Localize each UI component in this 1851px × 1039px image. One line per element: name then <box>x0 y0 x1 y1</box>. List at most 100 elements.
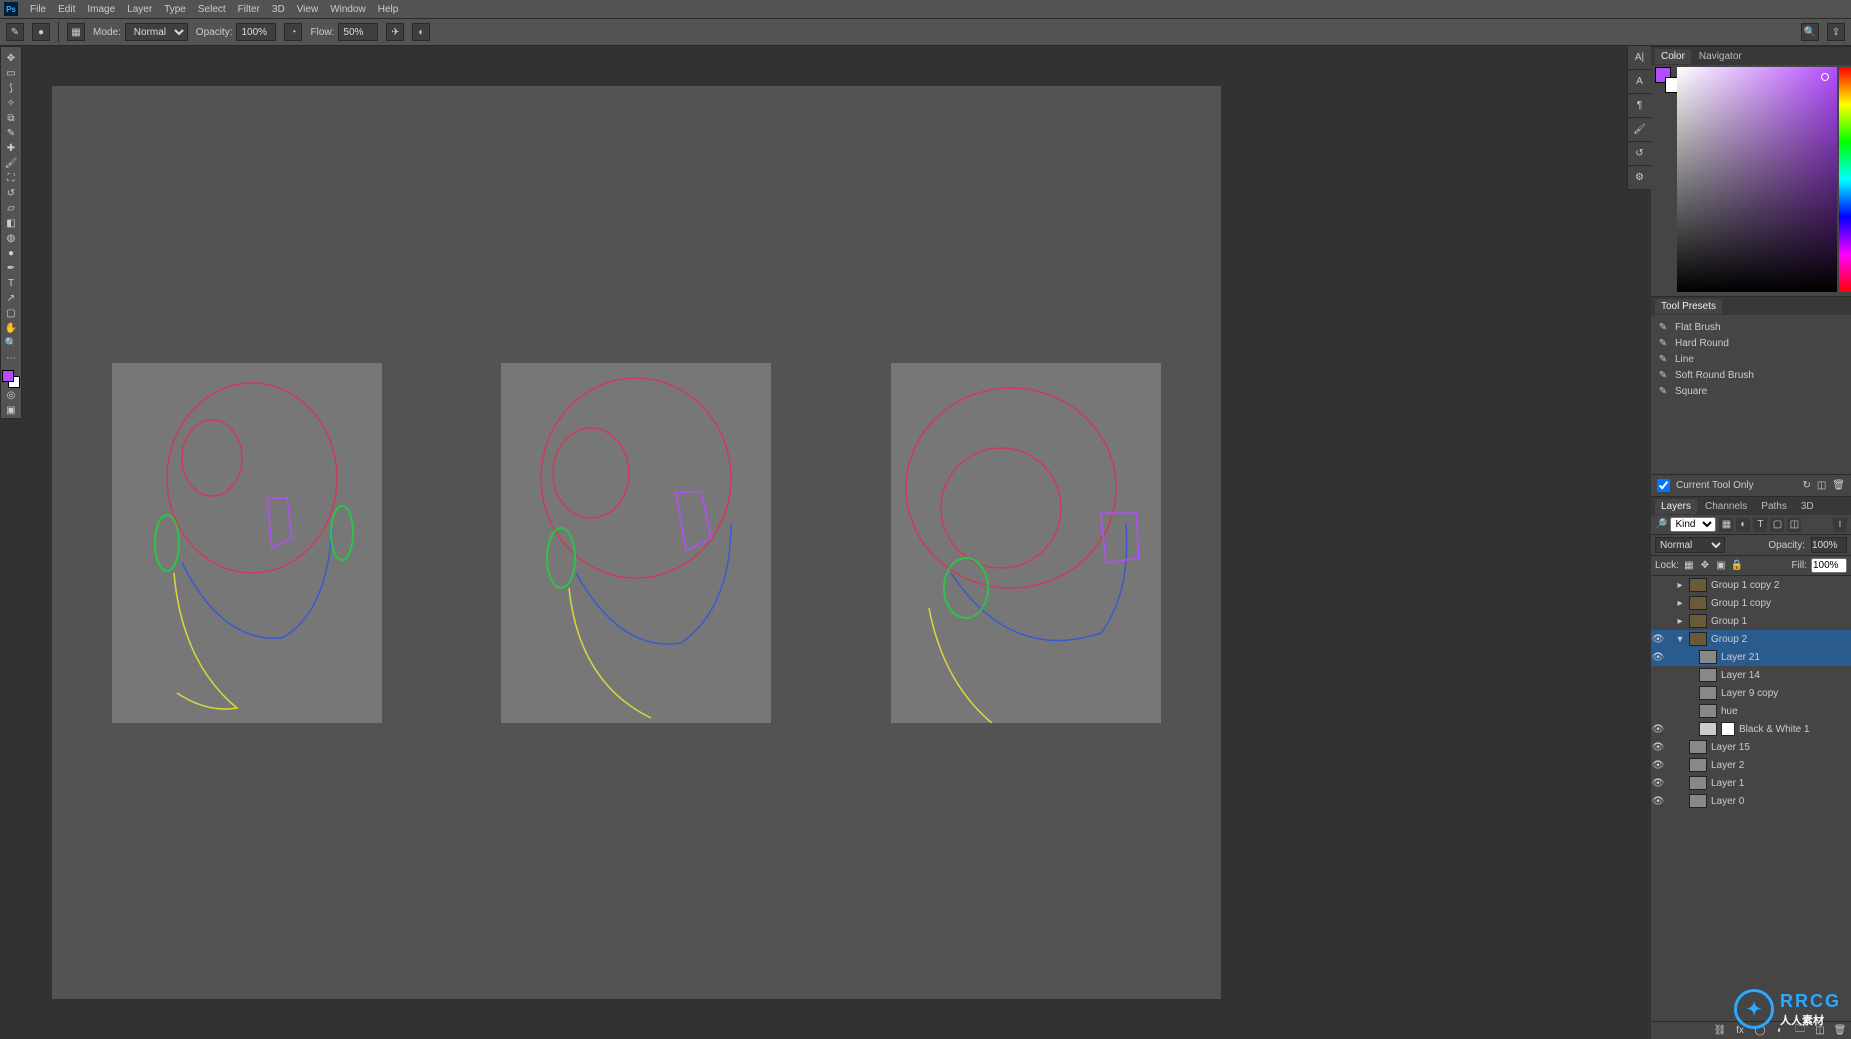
filter-smart-icon[interactable]: ◫ <box>1787 518 1801 532</box>
preset-flat-brush[interactable]: ✎Flat Brush <box>1655 319 1847 335</box>
color-field[interactable] <box>1677 67 1837 292</box>
menu-view[interactable]: View <box>291 4 325 15</box>
foreground-swatch[interactable] <box>2 370 14 382</box>
layer-row[interactable]: 👁Layer 21 <box>1651 648 1851 666</box>
visibility-icon[interactable]: 👁 <box>1651 742 1665 753</box>
visibility-icon[interactable]: 👁 <box>1651 778 1665 789</box>
visibility-icon[interactable]: 👁 <box>1651 724 1665 735</box>
tab-navigator[interactable]: Navigator <box>1693 49 1748 64</box>
filter-shape-icon[interactable]: ▢ <box>1770 518 1784 532</box>
menu-filter[interactable]: Filter <box>232 4 266 15</box>
menu-layer[interactable]: Layer <box>121 4 158 15</box>
quickmask-icon[interactable]: ◎ <box>1 388 21 403</box>
brush-panel-icon[interactable]: ▦ <box>67 23 85 41</box>
gradient-tool-icon[interactable]: ◧ <box>1 216 21 231</box>
pressure-size-icon[interactable]: ◐ <box>412 23 430 41</box>
paragraph-panel-icon[interactable]: ¶ <box>1628 94 1651 118</box>
heal-tool-icon[interactable]: ✚ <box>1 141 21 156</box>
tab-tool-presets[interactable]: Tool Presets <box>1655 299 1722 314</box>
menu-select[interactable]: Select <box>192 4 232 15</box>
layer-row[interactable]: 👁◐Black & White 1 <box>1651 720 1851 738</box>
layer-row[interactable]: 👁Layer 1 <box>1651 774 1851 792</box>
layer-row[interactable]: ▸Group 1 copy <box>1651 594 1851 612</box>
filter-kind-select[interactable]: Kind <box>1670 517 1716 532</box>
fill-input[interactable] <box>1811 558 1847 573</box>
tab-channels[interactable]: Channels <box>1699 499 1753 514</box>
path-tool-icon[interactable]: ↗ <box>1 291 21 306</box>
trash-icon[interactable]: 🗑 <box>1832 480 1845 491</box>
glyphs-panel-icon[interactable]: A| <box>1628 46 1651 70</box>
visibility-icon[interactable]: 👁 <box>1651 634 1665 645</box>
layer-row[interactable]: Layer 9 copy <box>1651 684 1851 702</box>
eyedropper-tool-icon[interactable]: ✎ <box>1 126 21 141</box>
search-icon[interactable]: 🔍 <box>1801 23 1819 41</box>
link-layers-icon[interactable]: ⛓ <box>1713 1024 1727 1038</box>
new-preset-icon[interactable]: ◫ <box>1817 480 1826 491</box>
character-panel-icon[interactable]: A <box>1628 70 1651 94</box>
stamp-tool-icon[interactable]: ⛶ <box>1 171 21 186</box>
lock-position-icon[interactable]: ✥ <box>1699 560 1711 572</box>
edit-toolbar-icon[interactable]: ⋯ <box>1 351 21 366</box>
blur-tool-icon[interactable]: ◍ <box>1 231 21 246</box>
lasso-tool-icon[interactable]: ⟆ <box>1 81 21 96</box>
zoom-tool-icon[interactable]: 🔍 <box>1 336 21 351</box>
menu-window[interactable]: Window <box>324 4 372 15</box>
filter-adj-icon[interactable]: ◐ <box>1736 518 1750 532</box>
layer-row[interactable]: 👁▾Group 2 <box>1651 630 1851 648</box>
layer-row[interactable]: 👁Layer 2 <box>1651 756 1851 774</box>
menu-image[interactable]: Image <box>81 4 121 15</box>
canvas[interactable] <box>52 86 1221 999</box>
current-tool-checkbox[interactable] <box>1657 479 1670 492</box>
menu-file[interactable]: File <box>24 4 52 15</box>
pen-tool-icon[interactable]: ✒ <box>1 261 21 276</box>
share-icon[interactable]: ⇪ <box>1827 23 1845 41</box>
visibility-icon[interactable]: 👁 <box>1651 796 1665 807</box>
flow-input[interactable] <box>338 23 378 41</box>
opacity-input[interactable] <box>236 23 276 41</box>
brushes-panel-icon[interactable]: 🖌 <box>1628 118 1651 142</box>
dodge-tool-icon[interactable]: ● <box>1 246 21 261</box>
type-tool-icon[interactable]: T <box>1 276 21 291</box>
chevron-icon[interactable]: ▸ <box>1675 598 1685 609</box>
eraser-tool-icon[interactable]: ▱ <box>1 201 21 216</box>
filter-type-icon[interactable]: T <box>1753 518 1767 532</box>
layer-row[interactable]: ▸Group 1 <box>1651 612 1851 630</box>
chevron-icon[interactable]: ▸ <box>1675 616 1685 627</box>
chevron-icon[interactable]: ▾ <box>1675 634 1685 645</box>
history-brush-tool-icon[interactable]: ↺ <box>1 186 21 201</box>
screenmode-icon[interactable]: ▣ <box>1 403 21 418</box>
current-tool-only[interactable]: Current Tool Only ↻ ◫ 🗑 <box>1651 474 1851 496</box>
tab-color[interactable]: Color <box>1655 49 1691 64</box>
refresh-icon[interactable]: ↻ <box>1802 480 1810 491</box>
preset-line[interactable]: ✎Line <box>1655 351 1847 367</box>
lock-artboard-icon[interactable]: ▣ <box>1715 560 1727 572</box>
menu-help[interactable]: Help <box>372 4 405 15</box>
brush-tool-icon[interactable]: ✎ <box>6 23 24 41</box>
layer-opacity-input[interactable] <box>1811 537 1847 553</box>
move-tool-icon[interactable]: ✥ <box>1 51 21 66</box>
layer-row[interactable]: Layer 14 <box>1651 666 1851 684</box>
layer-row[interactable]: ▸Group 1 copy 2 <box>1651 576 1851 594</box>
history-panel-icon[interactable]: ↺ <box>1628 142 1651 166</box>
menu-3d[interactable]: 3D <box>266 4 291 15</box>
mode-select[interactable]: Normal <box>125 23 188 41</box>
preset-soft-round[interactable]: ✎Soft Round Brush <box>1655 367 1847 383</box>
marquee-tool-icon[interactable]: ▭ <box>1 66 21 81</box>
chevron-icon[interactable]: ▸ <box>1675 580 1685 591</box>
tab-layers[interactable]: Layers <box>1655 499 1697 514</box>
preset-square[interactable]: ✎Square <box>1655 383 1847 399</box>
hand-tool-icon[interactable]: ✋ <box>1 321 21 336</box>
properties-panel-icon[interactable]: ⚙ <box>1628 166 1651 190</box>
visibility-icon[interactable]: 👁 <box>1651 760 1665 771</box>
blend-mode-select[interactable]: Normal <box>1655 537 1725 553</box>
filter-toggle-icon[interactable]: ⏽ <box>1833 518 1847 532</box>
layer-row[interactable]: 👁Layer 15 <box>1651 738 1851 756</box>
filter-pixel-icon[interactable]: ▦ <box>1719 518 1733 532</box>
brush-preset-icon[interactable]: ● <box>32 23 50 41</box>
crop-tool-icon[interactable]: ⧉ <box>1 111 21 126</box>
lock-all-icon[interactable]: 🔒 <box>1731 560 1743 572</box>
pressure-opacity-icon[interactable]: ◔ <box>284 23 302 41</box>
brush-tool-icon[interactable]: 🖌 <box>1 156 21 171</box>
menu-edit[interactable]: Edit <box>52 4 81 15</box>
tab-3d[interactable]: 3D <box>1795 499 1820 514</box>
